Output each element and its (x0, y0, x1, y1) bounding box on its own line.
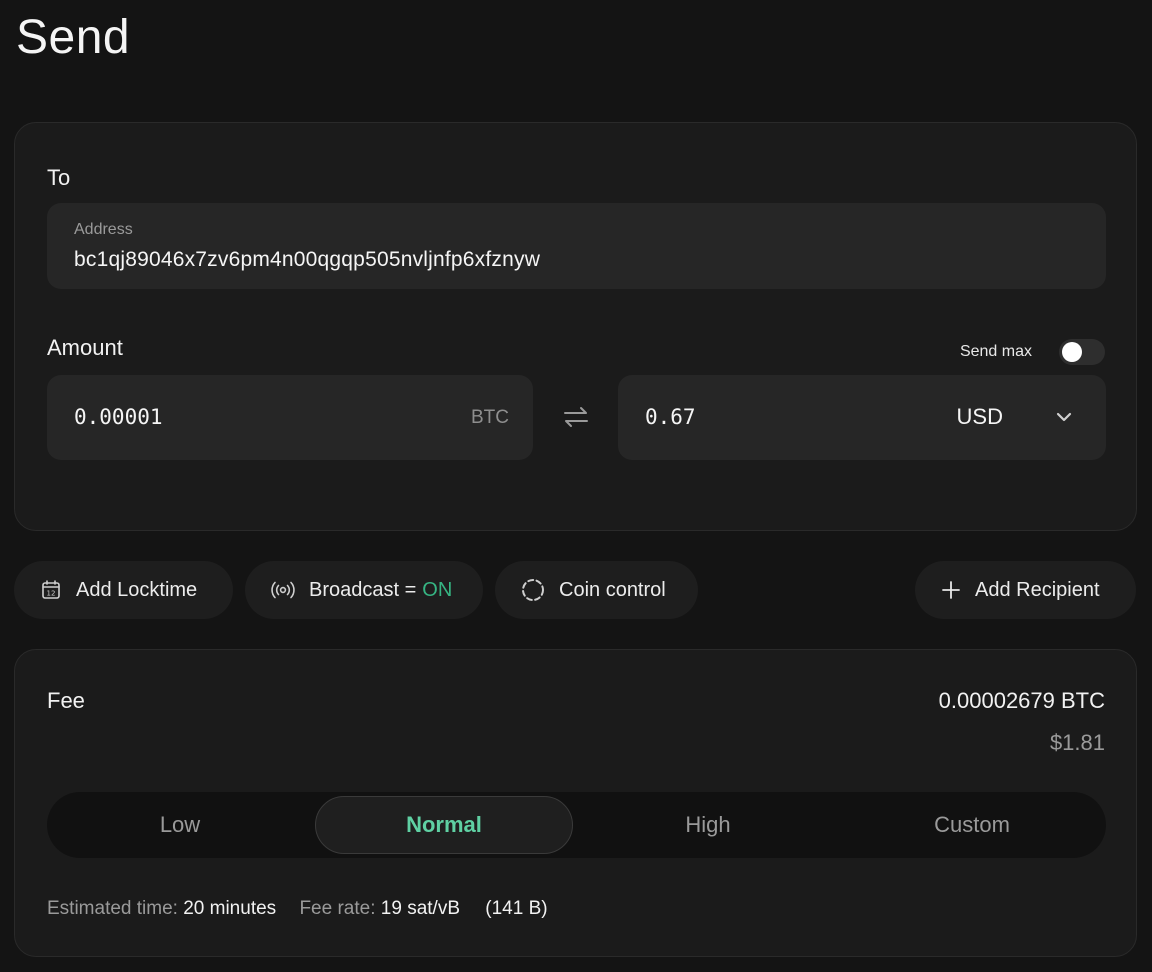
address-field[interactable]: Address bc1qj89046x7zv6pm4n00qgqp505nvlj… (47, 203, 1106, 289)
fee-rate-label: Fee rate: (299, 898, 376, 919)
page-title: Send (16, 11, 131, 64)
swap-arrows-icon[interactable] (562, 405, 590, 429)
to-label: To (47, 165, 71, 190)
broadcast-state: ON (422, 578, 453, 601)
fee-label: Fee (47, 688, 85, 713)
amount-label: Amount (47, 335, 123, 360)
add-recipient-button[interactable]: Add Recipient (915, 561, 1136, 619)
broadcast-icon (271, 581, 295, 599)
estimated-time-label: Estimated time: (47, 898, 178, 919)
add-recipient-label: Add Recipient (975, 578, 1100, 601)
plus-icon (942, 581, 960, 599)
address-input[interactable]: bc1qj89046x7zv6pm4n00qgqp505nvljnfp6xfzn… (74, 248, 540, 272)
btc-amount-field[interactable]: 0.00001 BTC (47, 375, 533, 460)
fee-rate-value: 19 sat/vB (380, 898, 460, 919)
send-max-label: Send max (959, 343, 1032, 360)
coin-control-label: Coin control (559, 578, 666, 601)
calendar-icon: 12 (42, 580, 60, 599)
send-max-toggle[interactable] (1059, 339, 1105, 365)
add-locktime-button[interactable]: 12 Add Locktime (14, 561, 233, 619)
fee-option-high[interactable]: High (579, 796, 837, 854)
btc-amount-input[interactable]: 0.00001 (74, 405, 163, 429)
fee-option-low[interactable]: Low (51, 796, 309, 854)
estimated-time-value: 20 minutes (183, 898, 277, 919)
fiat-amount-field[interactable]: 0.67 USD (618, 375, 1106, 460)
btc-unit-label: BTC (471, 407, 509, 428)
fee-btc-amount: 0.00002679 BTC (938, 688, 1105, 713)
broadcast-toggle-button[interactable]: Broadcast = ON (245, 561, 483, 619)
currency-select[interactable]: USD (957, 404, 1003, 430)
fee-speed-selector: Low Normal High Custom (47, 792, 1106, 858)
chevron-down-icon[interactable] (1054, 407, 1074, 427)
fee-option-custom[interactable]: Custom (843, 796, 1101, 854)
fiat-amount-input[interactable]: 0.67 (645, 405, 696, 429)
toggle-knob (1062, 342, 1082, 362)
tx-size: (141 B) (485, 898, 548, 919)
send-card: To Address bc1qj89046x7zv6pm4n00qgqp505n… (14, 122, 1137, 531)
fee-card: Fee 0.00002679 BTC $1.81 Low Normal High… (14, 649, 1137, 957)
fee-estimate-line: Estimated time: 20 minutes Fee rate: 19 … (47, 898, 548, 920)
fee-usd-amount: $1.81 (1049, 730, 1105, 755)
fee-option-normal[interactable]: Normal (315, 796, 573, 854)
dashed-circle-icon (522, 579, 544, 601)
send-page: Send To Address bc1qj89046x7zv6pm4n00qgq… (0, 0, 1152, 972)
coin-control-button[interactable]: Coin control (495, 561, 698, 619)
add-locktime-label: Add Locktime (76, 578, 198, 601)
address-caption: Address (74, 221, 133, 238)
broadcast-label: Broadcast = (309, 578, 417, 601)
svg-text:12: 12 (47, 590, 56, 598)
